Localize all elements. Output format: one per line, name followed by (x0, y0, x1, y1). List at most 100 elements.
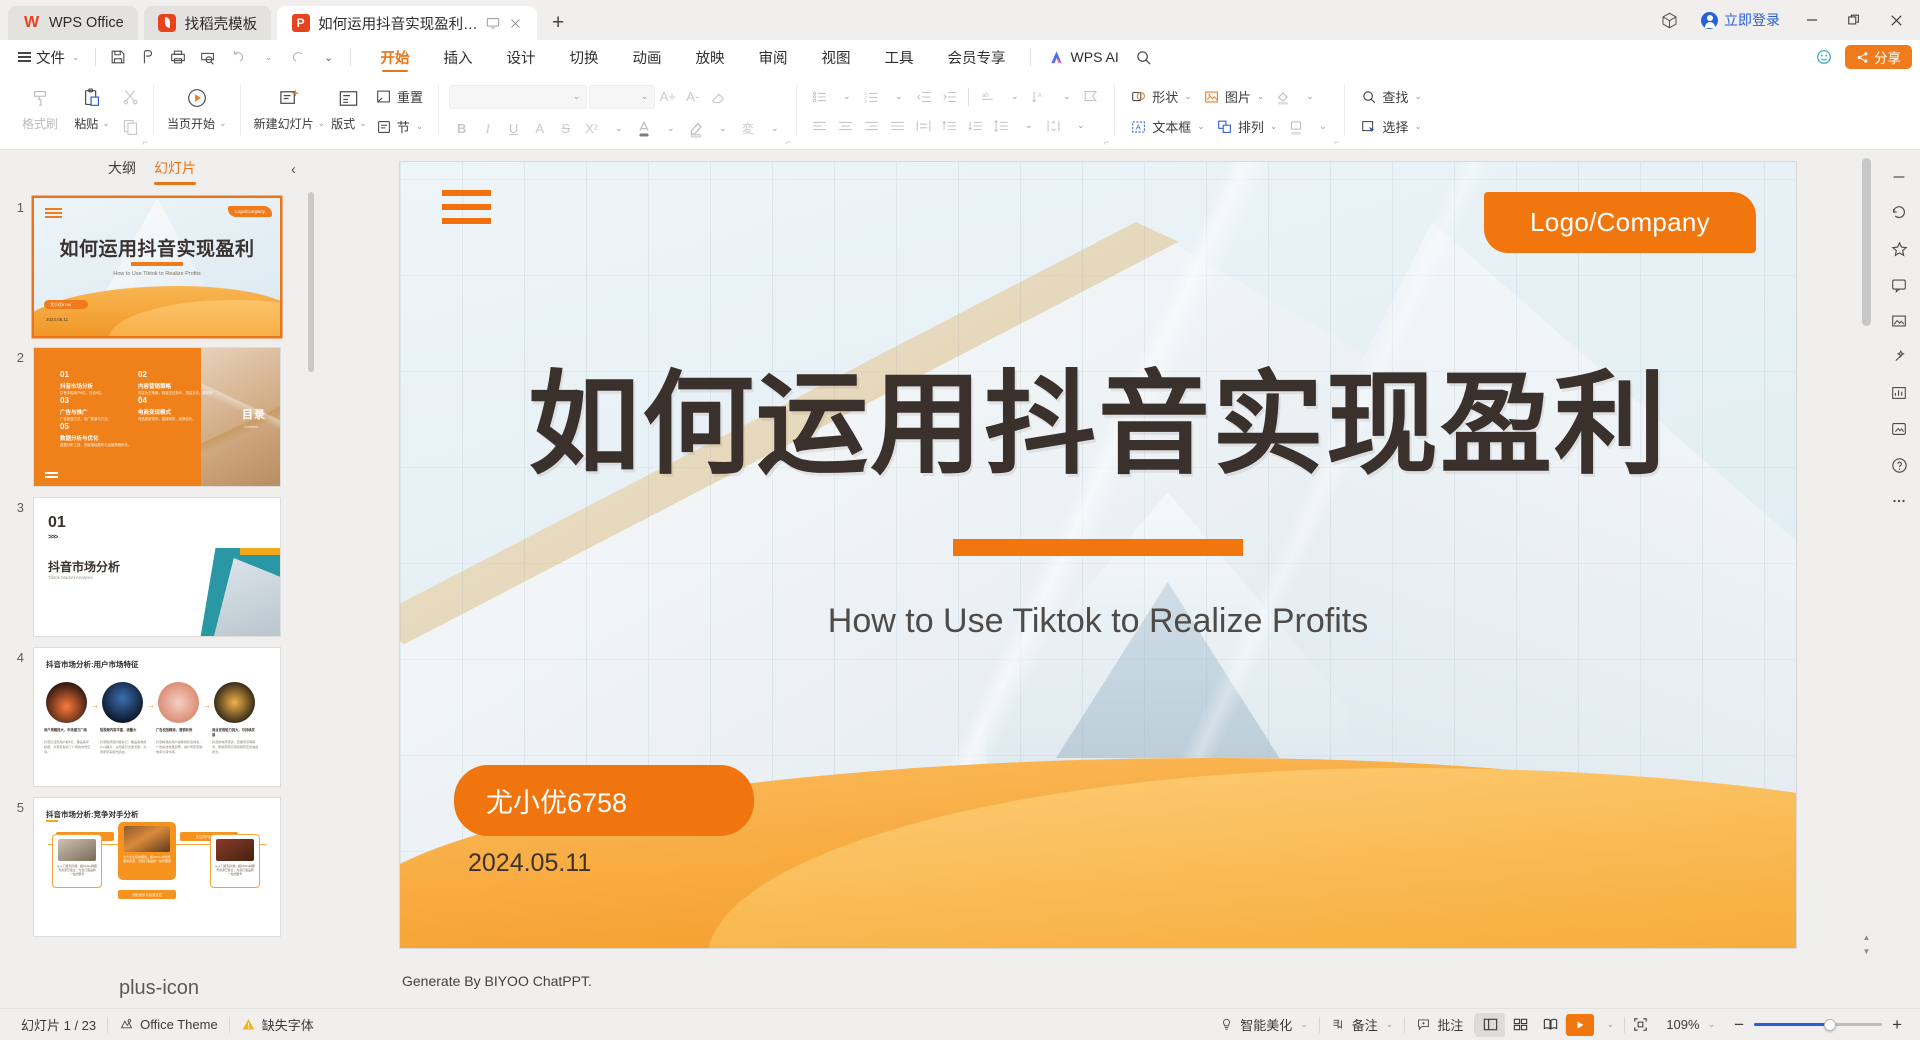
normal-view-button[interactable] (1475, 1013, 1505, 1037)
author-pill[interactable]: 尤小优6758 (454, 765, 754, 836)
align-text-caret[interactable]: ⌄ (1053, 84, 1078, 109)
decrease-font-size-button[interactable]: A- (680, 84, 705, 109)
help-icon[interactable] (1882, 448, 1916, 482)
superscript-button[interactable]: X² (579, 116, 604, 141)
new-slide-button[interactable]: 新建幻灯片⌄ (251, 80, 329, 132)
thumbnail-slide-2[interactable]: 目录 Content 01 抖音市场分析 抖音中国用户6亿，日活4亿。 02 内… (34, 348, 280, 486)
numbering-caret[interactable]: ⌄ (885, 84, 910, 109)
zoom-level-button[interactable]: 109% ⌄ (1655, 1013, 1726, 1037)
thumbnail-item[interactable]: 5 抖音市场分析:竞争对手分析 研究市场用户定位 关注同行推广方式 分析优劣与自… (0, 792, 318, 942)
scroll-down-arrow-icon[interactable]: ▼ (1861, 944, 1872, 958)
cut-button[interactable] (118, 84, 143, 109)
highlight-caret[interactable]: ⌄ (709, 116, 734, 141)
clipboard-dialog-launcher[interactable]: ⌐ (143, 137, 148, 147)
line-spacing-caret[interactable]: ⌄ (1015, 113, 1040, 138)
star-feature-icon[interactable] (1882, 232, 1916, 266)
distribute-icon[interactable] (911, 113, 936, 138)
new-tab-button[interactable]: + (543, 8, 573, 38)
font-family-select[interactable]: ⌄ (449, 85, 587, 109)
more-icon[interactable] (1882, 484, 1916, 518)
columns-icon[interactable] (1041, 113, 1066, 138)
file-menu-button[interactable]: 文件 ⌄ (10, 44, 88, 70)
smile-icon[interactable] (1809, 43, 1839, 71)
increase-indent-icon[interactable] (937, 84, 962, 109)
ribbon-tab-insert[interactable]: 插入 (427, 40, 490, 74)
slide-sorter-view-button[interactable] (1505, 1013, 1535, 1037)
save-icon[interactable] (103, 43, 133, 71)
thumbnail-list[interactable]: 1 Logo/Company 如何运用抖音实现盈利 How to Use Tik… (0, 188, 318, 968)
superscript-caret[interactable]: ⌄ (605, 116, 630, 141)
minus-panel-icon[interactable] (1882, 160, 1916, 194)
palette-icon[interactable] (1882, 412, 1916, 446)
pinyin-guide-button[interactable]: 変 (735, 116, 760, 141)
reading-view-button[interactable] (1535, 1013, 1565, 1037)
ribbon-tab-transitions[interactable]: 切换 (553, 40, 616, 74)
theme-button[interactable]: Office Theme (108, 1013, 229, 1037)
restore-button[interactable] (1834, 0, 1874, 40)
ribbon-tab-member[interactable]: 会员专享 (931, 40, 1023, 74)
undo-dropdown-caret[interactable]: ⌄ (253, 43, 283, 71)
ribbon-tab-slideshow[interactable]: 放映 (679, 40, 742, 74)
present-monitor-icon[interactable] (486, 15, 501, 31)
panel-tab-outline[interactable]: 大纲 (108, 158, 136, 181)
format-painter-button[interactable]: 格式刷 (14, 80, 66, 132)
strikethrough-button[interactable]: S (553, 116, 578, 141)
bold-button[interactable]: B (449, 116, 474, 141)
ribbon-tab-tools[interactable]: 工具 (868, 40, 931, 74)
app-tab-wps-office[interactable]: W WPS Office (8, 6, 138, 40)
text-shadow-button[interactable]: A (527, 116, 552, 141)
customize-toolbar-caret[interactable]: ⌄ (313, 43, 343, 71)
thumbnail-item[interactable]: 2 目录 Content 01 抖音市场分析 抖音中国用户6亿，日活4亿。 02… (0, 342, 318, 492)
close-tab-icon[interactable] (509, 15, 524, 31)
fit-to-window-button[interactable] (1625, 1013, 1655, 1037)
decrease-indent-icon[interactable] (911, 84, 936, 109)
share-button[interactable]: 分享 (1845, 45, 1912, 69)
print-icon[interactable] (163, 43, 193, 71)
shape-button[interactable]: 形状⌄ (1125, 84, 1197, 109)
shape-outline-icon[interactable] (1283, 114, 1308, 139)
layout-button[interactable]: 版式⌄ (328, 80, 370, 132)
underline-button[interactable]: U (501, 116, 526, 141)
picture-button[interactable]: 图片⌄ (1198, 84, 1270, 109)
shape-fill-caret[interactable]: ⌄ (1296, 84, 1321, 109)
paste-button[interactable]: 粘贴⌄ (66, 80, 118, 132)
find-button[interactable]: 查找⌄ (1355, 84, 1427, 109)
chart-icon[interactable] (1882, 376, 1916, 410)
chevron-left-icon[interactable]: ‹ (291, 161, 296, 178)
thumbnail-item[interactable]: 3 01 >>> 抖音市场分析 Tiktok Market Analysis (0, 492, 318, 642)
undo-icon[interactable] (223, 43, 253, 71)
thumbnail-slide-4[interactable]: 抖音市场分析:用户市场特征 → → → 用户规模庞大，市场潜力广阔 抖音日活跃用… (34, 648, 280, 786)
thumbnail-item[interactable]: 4 抖音市场分析:用户市场特征 → → → 用户规模庞大，市场潜力广阔 抖音日活… (0, 642, 318, 792)
section-button[interactable]: 节 ⌄ (370, 114, 429, 139)
image-resource-icon[interactable] (1882, 304, 1916, 338)
cube-icon[interactable] (1649, 0, 1689, 40)
missing-font-warning[interactable]: 缺失字体 (230, 1013, 325, 1037)
font-dialog-launcher[interactable]: ⌐ (786, 137, 791, 147)
print-preview-icon[interactable] (193, 43, 223, 71)
copy-button[interactable] (118, 115, 143, 140)
slide-main-title[interactable]: 如何运用抖音实现盈利 (400, 334, 1796, 496)
space-before-icon[interactable] (937, 113, 962, 138)
italic-button[interactable]: I (475, 116, 500, 141)
smartart-icon[interactable] (1079, 84, 1104, 109)
slide-date[interactable]: 2024.05.11 (468, 849, 591, 878)
play-slideshow-button[interactable] (1566, 1014, 1594, 1036)
shape-outline-caret[interactable]: ⌄ (1309, 114, 1334, 139)
panel-scrollbar-thumb[interactable] (308, 192, 314, 372)
save-as-cloud-icon[interactable] (133, 43, 163, 71)
slide-canvas[interactable]: Logo/Company 如何运用抖音实现盈利 How to Use Tikto… (400, 162, 1796, 948)
line-spacing-icon[interactable] (989, 113, 1014, 138)
font-color-icon[interactable] (631, 116, 656, 141)
pinyin-caret[interactable]: ⌄ (761, 116, 786, 141)
app-tab-presentation[interactable]: P 如何运用抖音实现盈利.pptx (277, 6, 537, 40)
add-slide-button[interactable]: plus-icon (0, 968, 318, 1008)
textbox-button[interactable]: A 文本框⌄ (1125, 114, 1210, 139)
font-size-select[interactable]: ⌄ (589, 85, 655, 109)
zoom-out-button[interactable]: − (1734, 1015, 1744, 1035)
clear-formatting-icon[interactable] (705, 84, 730, 109)
search-icon[interactable] (1129, 43, 1159, 71)
comment-icon[interactable] (1882, 268, 1916, 302)
align-left-icon[interactable] (807, 113, 832, 138)
notes-button[interactable]: 备注 ⌄ (1320, 1013, 1405, 1037)
ribbon-tab-animations[interactable]: 动画 (616, 40, 679, 74)
